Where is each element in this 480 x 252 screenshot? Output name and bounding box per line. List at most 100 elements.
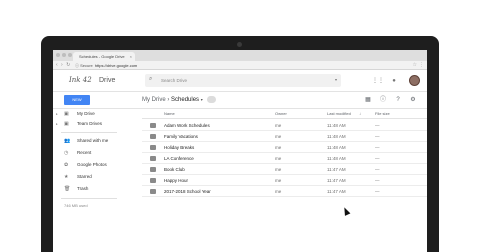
nav-arrows-icon[interactable]: ‹ › ↻	[56, 62, 71, 68]
table-row[interactable]: Happy Hour me 11:47 AM —	[142, 175, 427, 186]
browser-tab[interactable]: Schedules - Google Drive ×	[73, 52, 135, 61]
file-name: Family Vacations	[164, 134, 198, 139]
column-owner[interactable]: Owner	[275, 109, 287, 119]
file-size: —	[375, 167, 380, 172]
settings-icon[interactable]: ⚙	[409, 96, 417, 104]
file-modified: 11:48 AM	[327, 123, 346, 128]
screen: Schedules - Google Drive × ‹ › ↻ ⓘ Secur…	[53, 50, 427, 252]
shared-folder-icon[interactable]	[207, 96, 217, 103]
sidebar-item-starred[interactable]: ★ Starred	[53, 172, 123, 182]
folder-icon	[150, 123, 156, 128]
sidebar-item-recent[interactable]: ◷ Recent	[53, 148, 123, 158]
apps-grid-icon[interactable]: ⋮⋮	[372, 77, 384, 85]
drive-icon: ▣	[64, 111, 69, 117]
file-owner: me	[275, 134, 282, 139]
browser-tab-strip: Schedules - Google Drive ×	[53, 50, 427, 61]
file-size: —	[375, 156, 380, 161]
sidebar-item-label: Trash	[77, 186, 89, 191]
url-text: https://drive.google.com	[94, 63, 138, 68]
file-modified: 11:47 AM	[327, 189, 346, 194]
column-modified[interactable]: Last modified	[327, 109, 351, 119]
chevron-down-icon[interactable]: ▾	[201, 97, 203, 102]
file-size: —	[375, 178, 380, 183]
folder-icon	[150, 189, 156, 194]
breadcrumb-separator: ›	[167, 97, 170, 104]
sidebar-item-shared[interactable]: 👥 Shared with me	[53, 136, 123, 146]
sidebar-item-trash[interactable]: 🗑 Trash	[53, 184, 123, 194]
table-row[interactable]: Book Club me 11:47 AM —	[142, 164, 427, 175]
table-row[interactable]: Holiday Breaks me 11:48 AM —	[142, 142, 427, 153]
breadcrumb-current[interactable]: Schedules	[171, 97, 199, 103]
new-button[interactable]: NEW	[64, 95, 90, 105]
file-modified: 11:47 AM	[327, 167, 346, 172]
file-owner: me	[275, 123, 282, 128]
toolbar: NEW My Drive › Schedules ▾ ▦ ⓘ ? ⚙	[53, 92, 427, 109]
product-name: Drive	[99, 77, 116, 84]
folder-icon	[150, 134, 156, 139]
sidebar-item-label: Recent	[77, 150, 92, 155]
breadcrumb: My Drive › Schedules ▾	[142, 96, 217, 104]
team-drive-icon: ▣	[64, 121, 69, 127]
url-secure-label: ⓘ Secure	[75, 63, 93, 68]
sidebar-divider	[61, 198, 117, 199]
tab-title: Schedules - Google Drive	[79, 54, 125, 59]
logo[interactable]: Ink 42	[69, 76, 92, 84]
star-icon: ★	[64, 174, 69, 180]
trash-icon: 🗑	[64, 186, 71, 192]
sidebar-item-photos[interactable]: ✿ Google Photos	[53, 160, 123, 170]
breadcrumb-my-drive[interactable]: My Drive	[142, 97, 166, 103]
file-name: Adam Work Schedules	[164, 123, 210, 128]
sidebar-item-label: Team Drives	[77, 121, 103, 126]
sidebar-item-team-drives[interactable]: ▸ ▣ Team Drives	[53, 119, 123, 129]
column-headers: Name Owner Last modified ↓ File size	[142, 109, 427, 119]
file-name: Happy Hour	[164, 178, 189, 183]
search-bar[interactable]: ⌕ Search Drive ▾	[145, 74, 341, 87]
avatar[interactable]	[409, 75, 420, 86]
file-list: Name Owner Last modified ↓ File size Ada…	[142, 109, 427, 252]
file-modified: 11:48 AM	[327, 156, 346, 161]
search-options-icon[interactable]: ▾	[335, 77, 337, 82]
browser-menu-icon[interactable]: ⋮	[419, 62, 424, 68]
file-owner: me	[275, 189, 282, 194]
url[interactable]: ⓘ Secure https://drive.google.com	[75, 63, 137, 69]
expand-arrow-icon[interactable]: ▸	[56, 119, 58, 129]
folder-icon	[150, 156, 156, 161]
table-row[interactable]: Family Vacations me 11:48 AM —	[142, 131, 427, 142]
file-size: —	[375, 123, 380, 128]
search-input[interactable]: Search Drive	[161, 78, 187, 83]
folder-icon	[150, 167, 156, 172]
file-name: LA Conference	[164, 156, 194, 161]
expand-arrow-icon[interactable]: ▸	[56, 109, 58, 119]
table-row[interactable]: Adam Work Schedules me 11:48 AM —	[142, 120, 427, 131]
folder-icon	[150, 178, 156, 183]
folder-icon	[150, 145, 156, 150]
camera-dot	[237, 42, 242, 47]
info-icon[interactable]: ⓘ	[379, 96, 387, 104]
help-icon[interactable]: ?	[394, 96, 402, 104]
table-row[interactable]: LA Conference me 11:48 AM —	[142, 153, 427, 164]
sidebar-item-label: Google Photos	[77, 162, 107, 167]
sidebar-item-my-drive[interactable]: ▸ ▣ My Drive	[53, 109, 123, 119]
bookmark-star-icon[interactable]: ☆	[413, 62, 417, 68]
file-owner: me	[275, 178, 282, 183]
laptop-frame: Schedules - Google Drive × ‹ › ↻ ⓘ Secur…	[41, 36, 439, 252]
table-row[interactable]: 2017-2018 School Year me 11:47 AM —	[142, 186, 427, 197]
column-size[interactable]: File size	[375, 109, 390, 119]
clock-icon: ◷	[64, 150, 69, 156]
search-icon[interactable]: ⌕	[149, 76, 152, 83]
file-name: 2017-2018 School Year	[164, 189, 211, 194]
file-name: Book Club	[164, 167, 185, 172]
tab-close-icon[interactable]: ×	[130, 52, 132, 61]
address-bar[interactable]: ‹ › ↻ ⓘ Secure https://drive.google.com ☆…	[53, 61, 427, 70]
file-size: —	[375, 134, 380, 139]
sidebar-item-label: Starred	[77, 174, 92, 179]
sidebar: ▸ ▣ My Drive ▸ ▣ Team Drives 👥 Shared wi…	[53, 109, 123, 252]
file-size: —	[375, 189, 380, 194]
window-controls[interactable]	[56, 53, 72, 57]
sort-arrow-icon[interactable]: ↓	[359, 109, 361, 119]
storage-usage[interactable]: 746 MB used	[64, 203, 88, 208]
grid-view-icon[interactable]: ▦	[364, 96, 372, 104]
notifications-icon[interactable]: ●	[390, 77, 398, 85]
file-modified: 11:48 AM	[327, 134, 346, 139]
column-name[interactable]: Name	[164, 109, 175, 119]
